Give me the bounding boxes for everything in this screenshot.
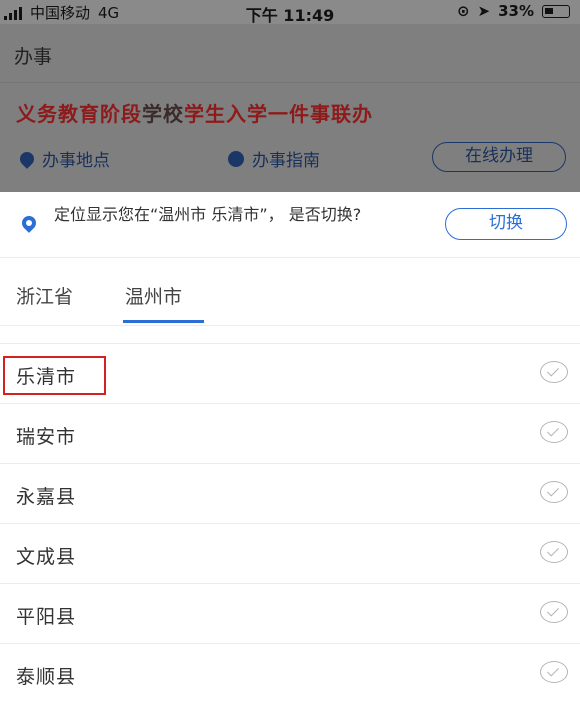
service-guide-label: 办事指南 <box>252 151 320 171</box>
district-label: 平阳县 <box>16 606 77 628</box>
check-circle-icon <box>540 481 568 503</box>
district-label: 乐清市 <box>16 366 77 388</box>
tab-city[interactable]: 温州市 <box>125 282 182 309</box>
check-circle-icon <box>540 541 568 563</box>
service-location-link[interactable]: 办事地点 <box>17 146 110 171</box>
district-label: 瑞安市 <box>16 426 77 448</box>
check-circle-icon <box>540 361 568 383</box>
map-pin-icon <box>17 148 37 169</box>
switch-button[interactable]: 切换 <box>445 208 567 240</box>
status-bar: 中国移动 4G 下午 11:49 ⊙ ➤ 33% <box>0 0 580 25</box>
location-prompt: 定位显示您在“温州市 乐清市”， 是否切换? 切换 <box>0 192 580 258</box>
tab-province[interactable]: 浙江省 <box>16 282 73 309</box>
region-picker-sheet: 定位显示您在“温州市 乐清市”， 是否切换? 切换 浙江省 温州市 乐清市 瑞安… <box>0 192 580 719</box>
location-pin-icon <box>19 213 39 233</box>
list-item[interactable]: 文成县 <box>0 523 580 583</box>
location-prompt-text: 定位显示您在“温州市 乐清市”， 是否切换? <box>54 205 362 224</box>
banner-part-1: 义务教育阶段 <box>16 102 142 126</box>
location-arrow-icon: ➤ <box>477 2 491 20</box>
district-label: 永嘉县 <box>16 486 77 508</box>
district-label: 文成县 <box>16 546 77 568</box>
check-circle-icon <box>540 421 568 443</box>
service-links: 办事地点 办事指南 在线办理 <box>0 142 580 172</box>
online-apply-button[interactable]: 在线办理 <box>432 142 566 172</box>
check-circle-icon <box>540 661 568 683</box>
district-label: 泰顺县 <box>16 666 77 688</box>
list-item[interactable]: 平阳县 <box>0 583 580 643</box>
lock-rotation-icon: ⊙ <box>456 2 470 20</box>
page-title: 办事 <box>14 46 53 68</box>
active-tab-indicator <box>123 320 204 323</box>
background-page: 办事 义务教育阶段学校学生入学一件事联办 办事地点 办事指南 在线办理 <box>0 24 580 192</box>
banner-part-3: 学生入学一件事联办 <box>184 102 373 126</box>
list-item[interactable]: 乐清市 <box>0 343 580 403</box>
list-item[interactable]: 瑞安市 <box>0 403 580 463</box>
check-circle-icon <box>540 601 568 623</box>
list-item[interactable]: 永嘉县 <box>0 463 580 523</box>
service-banner: 义务教育阶段学校学生入学一件事联办 <box>16 98 373 127</box>
list-item[interactable]: 泰顺县 <box>0 643 580 703</box>
battery-percent: 33% <box>498 2 534 20</box>
compass-icon <box>228 150 244 167</box>
battery-icon <box>542 4 570 18</box>
service-guide-link[interactable]: 办事指南 <box>228 146 320 171</box>
banner-part-2: 学校 <box>142 102 184 126</box>
region-tabs: 浙江省 温州市 <box>0 258 580 326</box>
status-right: ⊙ ➤ 33% <box>457 2 570 20</box>
header-divider <box>0 82 580 83</box>
district-list: 乐清市 瑞安市 永嘉县 文成县 平阳县 泰顺县 <box>0 343 580 703</box>
service-location-label: 办事地点 <box>42 151 110 171</box>
